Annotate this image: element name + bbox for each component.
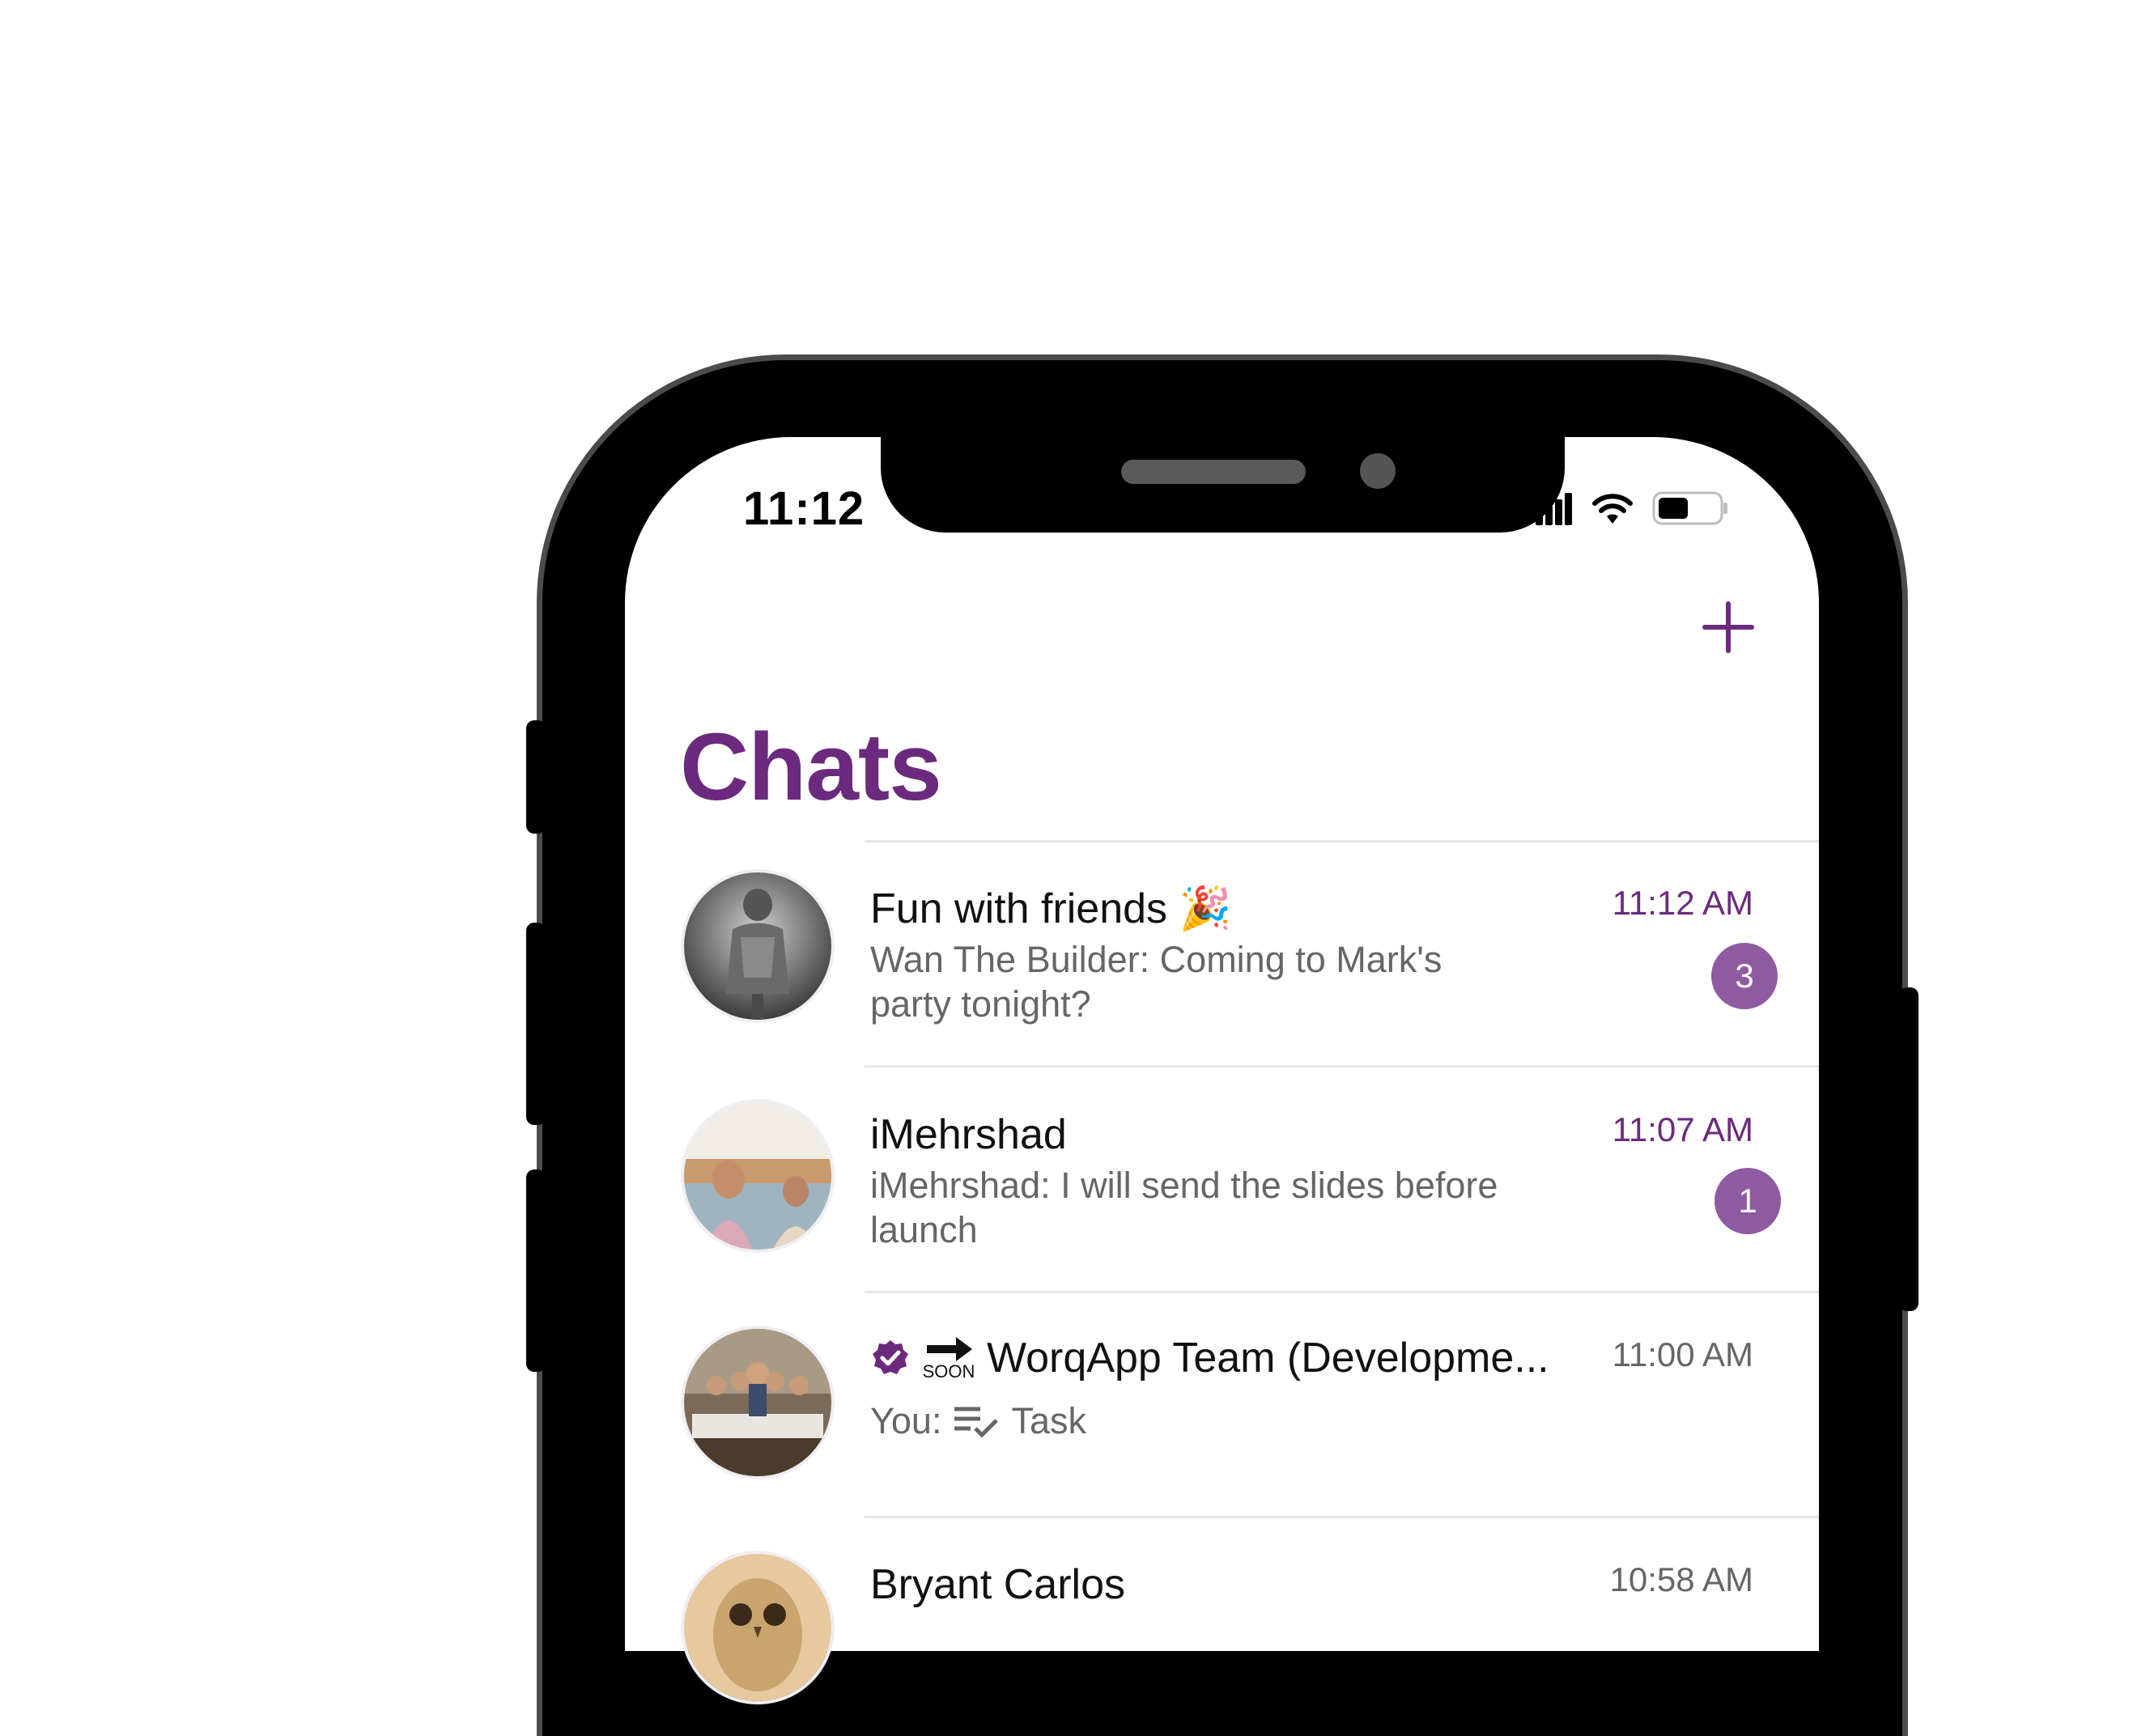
chat-preview: You: Task xyxy=(870,1399,1502,1443)
unread-badge: 1 xyxy=(1714,1168,1781,1234)
divider xyxy=(865,1065,1819,1067)
owl-photo-avatar xyxy=(684,1554,831,1701)
status-time: 11:12 xyxy=(743,482,865,535)
power-button xyxy=(1899,987,1918,1311)
phone-screen xyxy=(625,437,1819,1651)
chat-name: iMehrshad xyxy=(870,1111,1067,1158)
unread-badge: 3 xyxy=(1711,943,1778,1009)
chat-time: 11:00 AM xyxy=(1612,1335,1753,1373)
knight-photo-avatar xyxy=(684,872,831,1020)
preview-text: Task xyxy=(1011,1400,1086,1441)
speaker-grille xyxy=(1121,460,1306,484)
plus-icon xyxy=(1702,601,1754,653)
preview-prefix: You: xyxy=(870,1400,942,1441)
volume-up-button xyxy=(526,923,546,1125)
signal-icon xyxy=(1536,493,1572,525)
new-chat-button[interactable] xyxy=(1700,599,1757,656)
verified-check-icon xyxy=(873,1340,908,1374)
page-title: Chats xyxy=(680,714,942,821)
soon-label: SOON xyxy=(922,1361,975,1382)
avatar xyxy=(684,872,831,1020)
party-popper-emoji: 🎉 xyxy=(1179,885,1232,932)
front-camera xyxy=(1360,453,1396,489)
chat-name: SOON WorqApp Team (Developme... xyxy=(870,1334,1549,1382)
children-photo-avatar xyxy=(684,1102,831,1250)
chat-preview: Wan The Builder: Coming to Mark's party … xyxy=(870,939,1443,1025)
chat-time: 10:58 AM xyxy=(1609,1560,1753,1598)
chat-time: 11:07 AM xyxy=(1612,1110,1753,1148)
wifi-icon xyxy=(1592,494,1633,524)
divider xyxy=(865,840,1819,843)
avatar xyxy=(684,1329,831,1476)
divider xyxy=(865,1516,1819,1518)
avatar xyxy=(684,1102,831,1250)
battery-icon xyxy=(1652,491,1727,525)
status-icons xyxy=(1534,484,1730,533)
mute-switch xyxy=(526,720,546,834)
soon-arrow-icon: SOON xyxy=(922,1335,975,1381)
avatar xyxy=(684,1554,831,1701)
chat-name: Bryant Carlos xyxy=(870,1561,1125,1608)
chat-time: 11:12 AM xyxy=(1612,884,1753,922)
chat-preview: iMehrshad: I will send the slides before… xyxy=(870,1165,1498,1250)
group-photo-avatar xyxy=(684,1329,831,1476)
task-list-icon xyxy=(954,1407,999,1438)
divider xyxy=(865,1291,1819,1293)
volume-down-button xyxy=(526,1169,546,1372)
chat-name: Fun with friends 🎉 xyxy=(870,885,1232,932)
